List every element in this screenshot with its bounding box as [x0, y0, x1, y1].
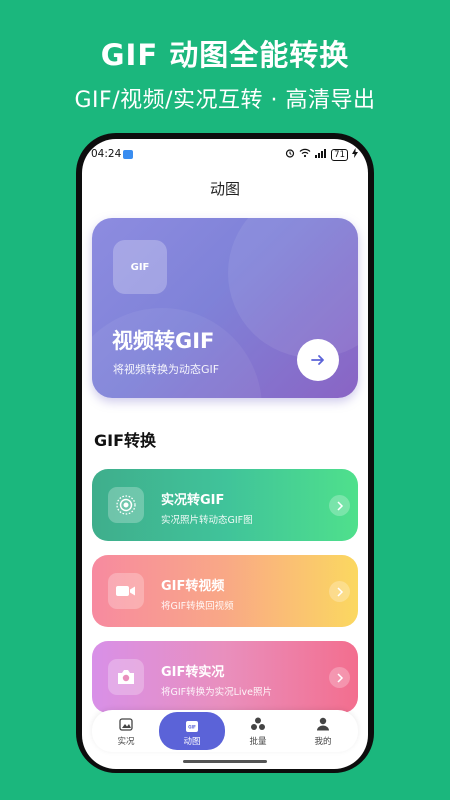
live-photo-icon	[108, 487, 144, 523]
charging-icon	[352, 148, 358, 161]
gif-to-live-card[interactable]: GIF转实况 将GIF转换为实况Live照片	[92, 641, 358, 713]
status-time: 04:24	[91, 148, 122, 160]
signal-icon	[315, 148, 327, 161]
tab-gif[interactable]: GIF 动图	[159, 712, 225, 750]
feature-subtitle: 将GIF转换为实况Live照片	[161, 687, 273, 698]
gif-to-video-card[interactable]: GIF转视频 将GIF转换回视频	[92, 555, 358, 627]
tab-live[interactable]: 实况	[98, 710, 154, 752]
promo-title: GIF 动图全能转换	[100, 38, 350, 72]
feature-subtitle: 实况照片转动态GIF图	[161, 515, 253, 526]
tab-batch[interactable]: 批量	[230, 710, 286, 752]
live-to-gif-card[interactable]: 实况转GIF 实况照片转动态GIF图	[92, 469, 358, 541]
gif-badge-icon: GIF	[113, 240, 167, 294]
batch-icon	[251, 716, 266, 735]
hero-subtitle: 将视频转换为动态GIF	[113, 363, 220, 376]
tab-label: 实况	[117, 737, 135, 747]
bottom-tab-bar: 实况 GIF 动图 批量 我的	[92, 710, 358, 752]
video-camera-icon	[108, 573, 144, 609]
status-icons: 71	[285, 148, 358, 161]
feature-title: 实况转GIF	[161, 493, 225, 508]
chevron-right-icon	[329, 581, 350, 602]
image-icon	[119, 716, 133, 735]
promo-subtitle: GIF/视频/实况互转 · 高清导出	[74, 88, 376, 113]
feature-title: GIF转实况	[161, 665, 225, 680]
chevron-right-icon	[329, 667, 350, 688]
svg-text:GIF: GIF	[188, 725, 196, 730]
tab-mine[interactable]: 我的	[295, 710, 351, 752]
tab-label: 动图	[183, 737, 201, 747]
status-bar: 04:24 71	[82, 139, 368, 161]
video-to-gif-card[interactable]: GIF 视频转GIF 将视频转换为动态GIF	[92, 218, 358, 398]
camera-icon	[108, 659, 144, 695]
arrow-right-button[interactable]	[297, 339, 339, 381]
wifi-icon	[299, 148, 311, 161]
battery-indicator: 71	[331, 148, 348, 161]
section-title: GIF转换	[94, 431, 157, 450]
home-indicator[interactable]	[183, 760, 267, 763]
alarm-icon	[285, 148, 295, 161]
arrow-right-icon	[311, 355, 324, 365]
hero-title: 视频转GIF	[112, 329, 215, 353]
tab-label: 批量	[249, 737, 267, 747]
app-screen: 04:24 71 动图 GIF 视频转GIF 将视频转换为动态GIF GIF转换…	[82, 139, 368, 769]
notification-icon	[123, 150, 133, 159]
decorative-circle	[228, 218, 358, 358]
chevron-right-icon	[329, 495, 350, 516]
tab-label: 我的	[314, 737, 332, 747]
feature-title: GIF转视频	[161, 579, 225, 594]
feature-subtitle: 将GIF转换回视频	[161, 601, 234, 612]
user-icon	[317, 716, 330, 735]
page-title: 动图	[209, 180, 240, 198]
